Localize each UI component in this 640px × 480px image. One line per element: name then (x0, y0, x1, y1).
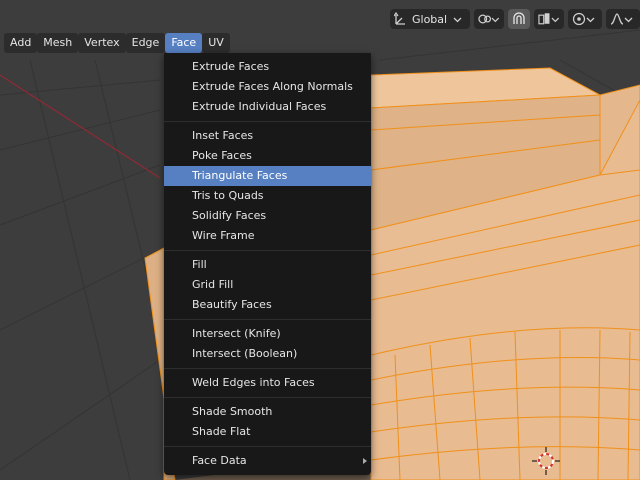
menu-item-label: Intersect (Boolean) (192, 347, 298, 360)
menu-item-label: Shade Flat (192, 425, 251, 438)
menu-separator (164, 250, 371, 251)
menu-item-poke-faces[interactable]: Poke Faces (164, 146, 371, 166)
chevron-down-icon (491, 17, 500, 22)
menu-item-label: Solidify Faces (192, 209, 267, 222)
chevron-down-icon (586, 17, 595, 22)
menu-item-label: Fill (192, 258, 207, 271)
menu-separator (164, 368, 371, 369)
menu-item-label: Poke Faces (192, 149, 252, 162)
transform-orientation-dropdown[interactable]: Global (390, 9, 470, 29)
snap-target-icon (538, 13, 550, 25)
menu-item-extrude-individual-faces[interactable]: Extrude Individual Faces (164, 97, 371, 117)
menu-item-solidify-faces[interactable]: Solidify Faces (164, 206, 371, 226)
menu-item-label: Wire Frame (192, 229, 255, 242)
menu-item-label: Shade Smooth (192, 405, 273, 418)
snap-toggle[interactable] (508, 9, 530, 29)
menu-item-label: Extrude Individual Faces (192, 100, 327, 113)
chevron-down-icon (624, 17, 633, 22)
chevron-down-icon (551, 17, 560, 22)
menu-item-extrude-faces-along-normals[interactable]: Extrude Faces Along Normals (164, 77, 371, 97)
menu-edge[interactable]: Edge (125, 33, 166, 53)
proportional-falloff-dropdown[interactable] (606, 9, 640, 29)
menu-mesh[interactable]: Mesh (37, 33, 79, 53)
transform-orientation-icon (394, 12, 405, 25)
menu-item-label: Tris to Quads (192, 189, 264, 202)
menu-item-beautify-faces[interactable]: Beautify Faces (164, 295, 371, 315)
menu-item-shade-smooth[interactable]: Shade Smooth (164, 402, 371, 422)
menu-item-inset-faces[interactable]: Inset Faces (164, 126, 371, 146)
chevron-down-icon (453, 17, 462, 22)
menu-item-shade-flat[interactable]: Shade Flat (164, 422, 371, 442)
menu-item-label: Weld Edges into Faces (192, 376, 315, 389)
menu-item-label: Extrude Faces (192, 60, 270, 73)
menu-item-weld-edges-into-faces[interactable]: Weld Edges into Faces (164, 373, 371, 393)
menu-item-fill[interactable]: Fill (164, 255, 371, 275)
menu-item-label: Triangulate Faces (192, 169, 288, 182)
editor-menubar: Add Mesh Vertex Edge Face UV (4, 33, 230, 53)
pivot-point-icon (478, 14, 492, 24)
menu-item-label: Inset Faces (192, 129, 254, 142)
menu-separator (164, 121, 371, 122)
menu-separator (164, 446, 371, 447)
menu-separator (164, 397, 371, 398)
menu-item-label: Beautify Faces (192, 298, 272, 311)
menu-item-label: Face Data (192, 454, 247, 467)
menu-separator (164, 319, 371, 320)
menu-item-label: Extrude Faces Along Normals (192, 80, 353, 93)
menu-item-face-data[interactable]: Face Data (164, 451, 371, 471)
viewport-header-tools: Global (386, 8, 640, 30)
menu-item-label: Intersect (Knife) (192, 327, 281, 340)
menu-item-grid-fill[interactable]: Grid Fill (164, 275, 371, 295)
snap-icon (513, 12, 525, 24)
menu-item-tris-to-quads[interactable]: Tris to Quads (164, 186, 371, 206)
menu-item-extrude-faces[interactable]: Extrude Faces (164, 57, 371, 77)
menu-item-wire-frame[interactable]: Wire Frame (164, 226, 371, 246)
pivot-point-dropdown[interactable] (474, 9, 504, 29)
snap-target-dropdown[interactable] (534, 9, 564, 29)
x-axis-line (0, 74, 161, 179)
submenu-arrow-icon (363, 458, 367, 464)
proportional-edit-dropdown[interactable] (568, 9, 602, 29)
proportional-edit-icon (572, 12, 586, 26)
menu-add[interactable]: Add (4, 33, 38, 53)
face-menu-dropdown: Extrude Faces Extrude Faces Along Normals… (164, 53, 371, 475)
menu-item-intersect-boolean[interactable]: Intersect (Boolean) (164, 344, 371, 364)
transform-orientation-label: Global (412, 12, 448, 26)
menu-vertex[interactable]: Vertex (78, 33, 126, 53)
menu-uv[interactable]: UV (202, 33, 230, 53)
menu-face[interactable]: Face (165, 33, 203, 53)
menu-item-intersect-knife[interactable]: Intersect (Knife) (164, 324, 371, 344)
menu-item-triangulate-faces[interactable]: Triangulate Faces (164, 166, 371, 186)
menu-item-label: Grid Fill (192, 278, 234, 291)
falloff-icon (610, 13, 624, 25)
